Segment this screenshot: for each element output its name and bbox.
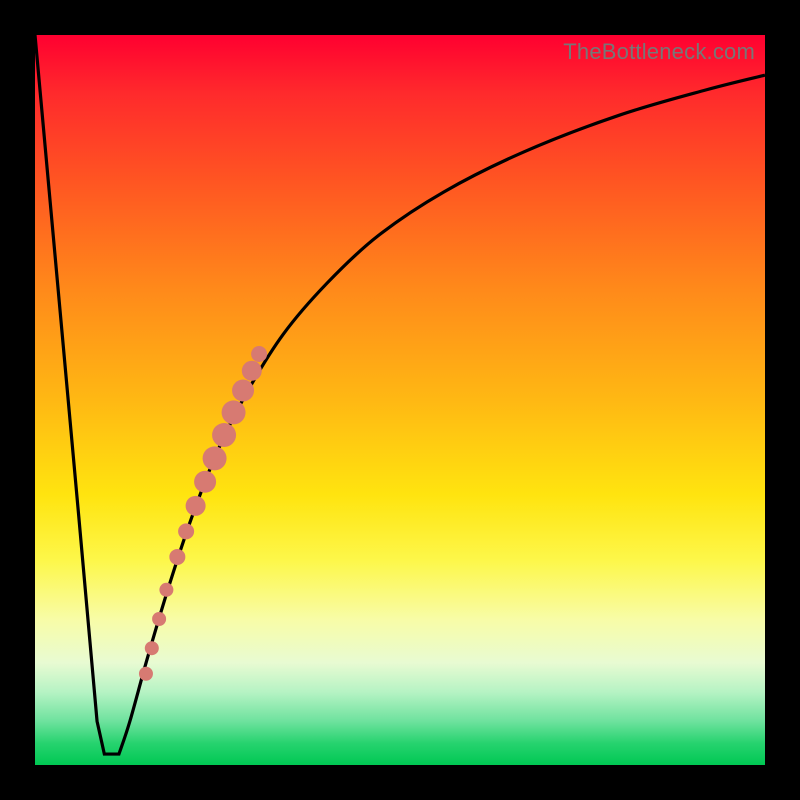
marker-dot bbox=[194, 471, 216, 493]
plot-area: TheBottleneck.com bbox=[35, 35, 765, 765]
bottleneck-curve bbox=[35, 35, 765, 754]
marker-dot bbox=[222, 400, 246, 424]
marker-dot bbox=[139, 667, 153, 681]
marker-dot bbox=[232, 380, 254, 402]
chart-svg bbox=[35, 35, 765, 765]
marker-dot bbox=[203, 446, 227, 470]
marker-dots bbox=[139, 346, 267, 681]
marker-dot bbox=[169, 549, 185, 565]
marker-dot bbox=[212, 423, 236, 447]
marker-dot bbox=[242, 361, 262, 381]
marker-dot bbox=[251, 346, 267, 362]
marker-dot bbox=[186, 496, 206, 516]
marker-dot bbox=[145, 641, 159, 655]
marker-dot bbox=[159, 583, 173, 597]
marker-dot bbox=[152, 612, 166, 626]
chart-frame: TheBottleneck.com bbox=[0, 0, 800, 800]
marker-dot bbox=[178, 523, 194, 539]
